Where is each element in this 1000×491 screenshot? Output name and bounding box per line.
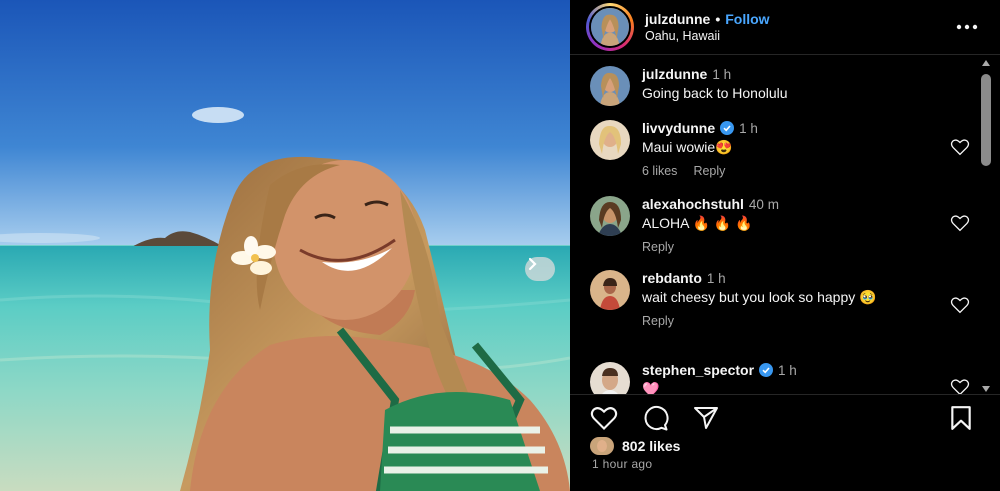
comments-list: julzdunne 1 h Going back to Honolulu liv… (570, 56, 1000, 394)
author-username[interactable]: julzdunne (645, 11, 710, 27)
comment-text: Maui wowie😍 (642, 139, 733, 155)
commenter-avatar[interactable] (590, 196, 630, 236)
comment-item: livvydunne 1 h Maui wowie😍 6 likes Reply (590, 120, 970, 178)
comment-item: rebdanto 1 h wait cheesy but you look so… (590, 270, 970, 328)
comment-time: 40 m (748, 196, 779, 212)
comment-username[interactable]: julzdunne (642, 66, 707, 82)
comments-scrollbar[interactable] (979, 58, 993, 394)
comment-item: alexahochstuhl 40 m ALOHA 🔥 🔥 🔥 Reply (590, 196, 970, 254)
reply-button[interactable]: Reply (693, 164, 725, 178)
commenter-avatar[interactable] (590, 66, 630, 106)
heart-icon (590, 407, 618, 430)
post-header: julzdunne • Follow Oahu, Hawaii (570, 0, 1000, 55)
comment-username[interactable]: alexahochstuhl (642, 196, 744, 212)
comment-text: 🩷 (642, 381, 660, 394)
beach-photo-illustration (0, 0, 570, 491)
avatar-image (590, 437, 614, 455)
like-comment-button[interactable] (950, 378, 970, 394)
comment-button[interactable] (642, 405, 670, 436)
comment-text: Going back to Honolulu (642, 85, 788, 101)
heart-icon (950, 215, 970, 232)
verified-badge-icon (759, 363, 774, 377)
triangle-down-icon (982, 386, 990, 392)
commenter-avatar[interactable] (590, 362, 630, 394)
comment-likes-count[interactable]: 6 likes (642, 164, 677, 178)
avatar-image (590, 362, 630, 394)
avatar-image (590, 270, 630, 310)
scrollbar-thumb[interactable] (981, 74, 991, 166)
heart-icon (950, 139, 970, 156)
like-comment-button[interactable] (950, 138, 970, 161)
follow-button[interactable]: Follow (725, 11, 769, 27)
more-options-button[interactable] (956, 18, 978, 41)
comment-time: 1 h (778, 362, 797, 378)
scroll-down-arrow[interactable] (979, 384, 993, 394)
author-avatar[interactable] (586, 3, 634, 51)
liker-avatar (590, 437, 614, 455)
post-timestamp: 1 hour ago (592, 457, 653, 471)
reply-button[interactable]: Reply (642, 240, 674, 254)
post-location[interactable]: Oahu, Hawaii (645, 29, 770, 43)
comment-username[interactable]: rebdanto (642, 270, 702, 286)
chevron-right-icon (528, 257, 537, 271)
avatar-image (590, 66, 630, 106)
more-horizontal-icon (956, 24, 978, 30)
comment-username[interactable]: stephen_spector (642, 362, 754, 378)
like-comment-button[interactable] (950, 296, 970, 319)
comment-text: ALOHA 🔥 🔥 🔥 (642, 215, 753, 231)
comment-time: 1 h (712, 66, 732, 82)
reply-button[interactable]: Reply (642, 314, 674, 328)
save-button[interactable] (948, 405, 974, 436)
avatar-image (591, 8, 629, 46)
like-comment-button[interactable] (950, 214, 970, 237)
likes-count[interactable]: 802 likes (622, 438, 680, 454)
comment-time: 1 h (739, 120, 758, 136)
commenter-avatar[interactable] (590, 270, 630, 310)
avatar-image (590, 120, 630, 160)
like-button[interactable] (590, 405, 618, 436)
share-button[interactable] (692, 405, 720, 436)
comment-text: wait cheesy but you look so happy 🥹 (642, 289, 877, 305)
post-photo (0, 0, 570, 491)
heart-icon (950, 379, 970, 394)
next-image-button[interactable] (525, 257, 555, 281)
triangle-up-icon (982, 60, 990, 66)
separator-dot: • (715, 11, 721, 27)
comment-username[interactable]: livvydunne (642, 120, 715, 136)
bookmark-icon (951, 406, 971, 430)
post-details-panel: julzdunne • Follow Oahu, Hawaii julzdunn… (570, 0, 1000, 491)
post-actions: 802 likes 1 hour ago (570, 394, 1000, 491)
comment-item: stephen_spector 1 h 🩷 (590, 362, 970, 394)
commenter-avatar[interactable] (590, 120, 630, 160)
likes-summary[interactable]: 802 likes (590, 437, 680, 455)
comment-item: julzdunne 1 h Going back to Honolulu (590, 66, 970, 106)
send-icon (694, 407, 718, 429)
verified-badge-icon (720, 121, 735, 135)
comment-time: 1 h (706, 270, 726, 286)
avatar-image (590, 196, 630, 236)
heart-icon (950, 297, 970, 314)
comment-icon (644, 406, 669, 431)
scroll-up-arrow[interactable] (979, 58, 993, 68)
